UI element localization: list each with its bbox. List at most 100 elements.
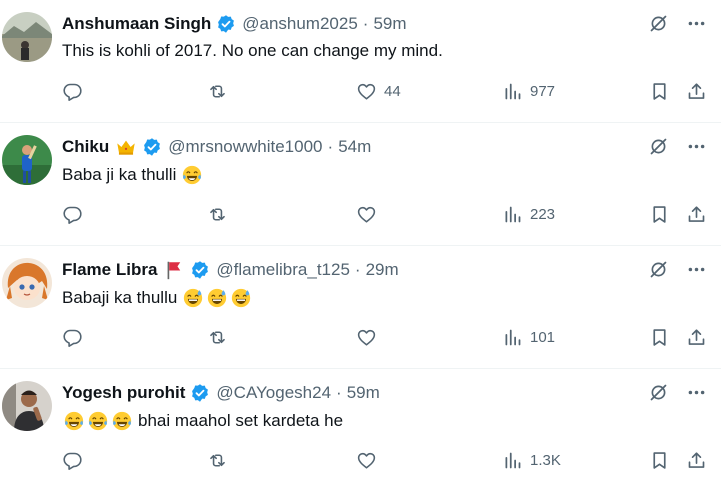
bookmark-icon bbox=[649, 81, 670, 102]
grinning-sweat-icon bbox=[206, 287, 228, 309]
action-bar: 44 977 bbox=[62, 81, 712, 105]
grinning-sweat-icon bbox=[182, 287, 204, 309]
tweet-text: Babaji ka thullu bbox=[62, 287, 253, 309]
reply-button[interactable] bbox=[62, 450, 83, 471]
bookmark-button[interactable] bbox=[649, 450, 670, 471]
share-icon bbox=[686, 327, 707, 348]
heart-icon bbox=[356, 450, 377, 471]
grok-icon[interactable] bbox=[647, 135, 669, 157]
grok-icon[interactable] bbox=[647, 381, 669, 403]
tweet-text-content: This is kohli of 2017. No one can change… bbox=[62, 41, 443, 60]
like-button[interactable] bbox=[356, 204, 377, 225]
share-button[interactable] bbox=[686, 450, 707, 471]
reply-button[interactable] bbox=[62, 327, 83, 348]
bookmark-button[interactable] bbox=[649, 204, 670, 225]
retweet-button[interactable] bbox=[207, 204, 228, 225]
tweet[interactable]: Chiku @mrsnowwhite1000 · 54m Baba ji ka … bbox=[0, 123, 721, 246]
tweet[interactable]: Yogesh purohit @CAYogesh24 · 59m bhai ma… bbox=[0, 369, 721, 492]
tweet-text: Baba ji ka thulli bbox=[62, 164, 204, 186]
user-handle[interactable]: @anshum2025 bbox=[242, 14, 358, 34]
like-button[interactable] bbox=[356, 450, 377, 471]
grok-icon[interactable] bbox=[647, 258, 669, 280]
views-chart-icon bbox=[502, 204, 523, 225]
reply-button[interactable] bbox=[62, 81, 83, 102]
heart-icon bbox=[356, 81, 377, 102]
retweet-button[interactable] bbox=[207, 81, 228, 102]
views-button[interactable]: 977 bbox=[502, 81, 555, 102]
views-chart-icon bbox=[502, 327, 523, 348]
separator-dot: · bbox=[336, 383, 342, 402]
retweet-icon bbox=[207, 450, 228, 471]
view-count: 223 bbox=[530, 206, 556, 223]
timestamp[interactable]: 59m bbox=[373, 14, 406, 34]
reply-icon bbox=[62, 450, 83, 471]
more-options-icon[interactable] bbox=[685, 12, 707, 34]
reply-icon bbox=[62, 327, 83, 348]
more-options-icon[interactable] bbox=[685, 381, 707, 403]
share-button[interactable] bbox=[686, 81, 707, 102]
views-button[interactable]: 101 bbox=[502, 327, 555, 348]
like-button[interactable] bbox=[356, 327, 377, 348]
avatar[interactable] bbox=[2, 12, 52, 62]
separator-dot: · bbox=[362, 14, 369, 33]
reply-button[interactable] bbox=[62, 204, 83, 225]
display-name[interactable]: Yogesh purohit bbox=[62, 383, 185, 403]
verified-badge-icon bbox=[142, 137, 162, 157]
share-button[interactable] bbox=[686, 327, 707, 348]
action-bar: 101 bbox=[62, 327, 712, 351]
avatar[interactable] bbox=[2, 135, 52, 185]
heart-icon bbox=[356, 204, 377, 225]
views-button[interactable]: 223 bbox=[502, 204, 555, 225]
separator-dot: · bbox=[327, 137, 334, 156]
display-name[interactable]: Anshumaan Singh bbox=[62, 14, 211, 34]
share-button[interactable] bbox=[686, 204, 707, 225]
tweet-text: bhai maahol set kardeta he bbox=[62, 410, 343, 432]
display-name[interactable]: Chiku bbox=[62, 137, 109, 157]
action-bar: 1.3K bbox=[62, 450, 712, 474]
reply-feed: Anshumaan Singh @anshum2025 · 59m This i… bbox=[0, 0, 721, 492]
verified-badge-icon bbox=[216, 14, 236, 34]
timestamp[interactable]: 59m bbox=[347, 383, 380, 403]
tweet-text-content: Babaji ka thullu bbox=[62, 288, 178, 307]
face-with-tears-of-joy-icon bbox=[63, 410, 85, 432]
more-options-icon[interactable] bbox=[685, 258, 707, 280]
tweet[interactable]: Flame Libra @flamelibra_t125 · 29m Babaj… bbox=[0, 246, 721, 369]
timestamp[interactable]: 54m bbox=[338, 137, 371, 157]
timestamp[interactable]: 29m bbox=[366, 260, 399, 280]
bookmark-icon bbox=[649, 327, 670, 348]
grok-icon[interactable] bbox=[647, 12, 669, 34]
view-count: 101 bbox=[530, 329, 556, 346]
bookmark-button[interactable] bbox=[649, 81, 670, 102]
reply-icon bbox=[62, 81, 83, 102]
retweet-button[interactable] bbox=[207, 327, 228, 348]
display-name[interactable]: Flame Libra bbox=[62, 260, 157, 280]
red-flag-icon bbox=[163, 259, 185, 281]
crown-icon bbox=[115, 136, 137, 158]
face-with-tears-of-joy-icon bbox=[181, 164, 203, 186]
grinning-sweat-icon bbox=[230, 287, 252, 309]
avatar[interactable] bbox=[2, 381, 52, 431]
retweet-button[interactable] bbox=[207, 450, 228, 471]
bookmark-button[interactable] bbox=[649, 327, 670, 348]
view-count: 1.3K bbox=[530, 452, 561, 469]
tweet[interactable]: Anshumaan Singh @anshum2025 · 59m This i… bbox=[0, 0, 721, 123]
tweet-text-content: Baba ji ka thulli bbox=[62, 165, 177, 184]
user-handle[interactable]: @mrsnowwhite1000 bbox=[168, 137, 322, 157]
like-count: 44 bbox=[384, 83, 401, 100]
views-button[interactable]: 1.3K bbox=[502, 450, 561, 471]
face-with-tears-of-joy-icon bbox=[87, 410, 109, 432]
bookmark-icon bbox=[649, 450, 670, 471]
bookmark-icon bbox=[649, 204, 670, 225]
like-button[interactable]: 44 bbox=[356, 81, 401, 102]
share-icon bbox=[686, 81, 707, 102]
verified-badge-icon bbox=[190, 260, 210, 280]
tweet-text-content: bhai maahol set kardeta he bbox=[138, 411, 344, 430]
avatar[interactable] bbox=[2, 258, 52, 308]
retweet-icon bbox=[207, 81, 228, 102]
tweet-text: This is kohli of 2017. No one can change… bbox=[62, 41, 443, 61]
user-handle[interactable]: @CAYogesh24 bbox=[216, 383, 331, 403]
reply-icon bbox=[62, 204, 83, 225]
more-options-icon[interactable] bbox=[685, 135, 707, 157]
user-handle[interactable]: @flamelibra_t125 bbox=[216, 260, 350, 280]
views-chart-icon bbox=[502, 81, 523, 102]
